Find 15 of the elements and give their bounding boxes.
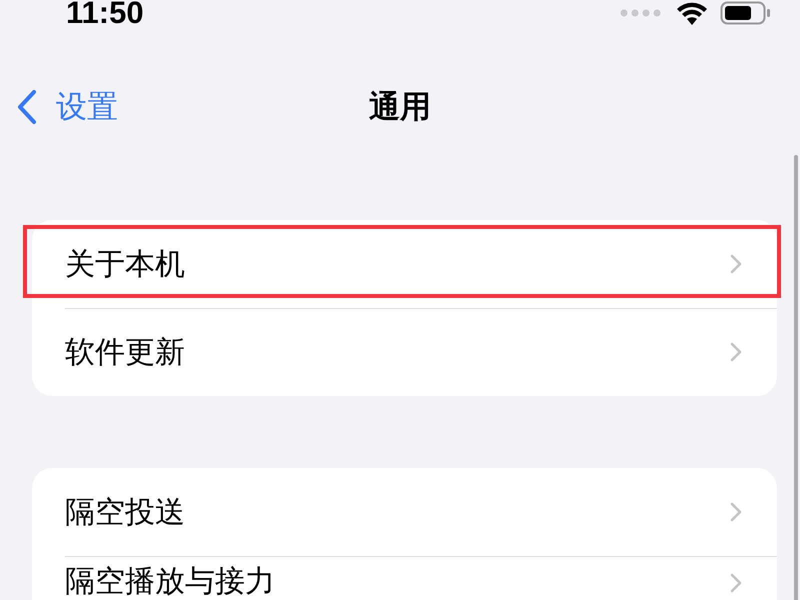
wifi-icon (676, 1, 708, 25)
chevron-icon (729, 341, 743, 363)
chevron-icon (729, 501, 743, 523)
settings-row[interactable]: 关于本机 (32, 220, 777, 308)
signal-icon (620, 9, 662, 17)
settings-row[interactable]: 隔空投送 (32, 468, 777, 556)
battery-icon (720, 1, 772, 25)
chevron-icon (729, 572, 743, 594)
screen-title: 通用 (369, 88, 431, 127)
settings-row[interactable]: 隔空播放与接力 (32, 556, 777, 600)
settings-row[interactable]: 软件更新 (32, 308, 777, 396)
status-time: 11:50 (66, 0, 144, 28)
back-button[interactable]: 设置 (0, 86, 118, 128)
back-chevron-icon (16, 89, 38, 125)
chevron-icon (729, 253, 743, 275)
